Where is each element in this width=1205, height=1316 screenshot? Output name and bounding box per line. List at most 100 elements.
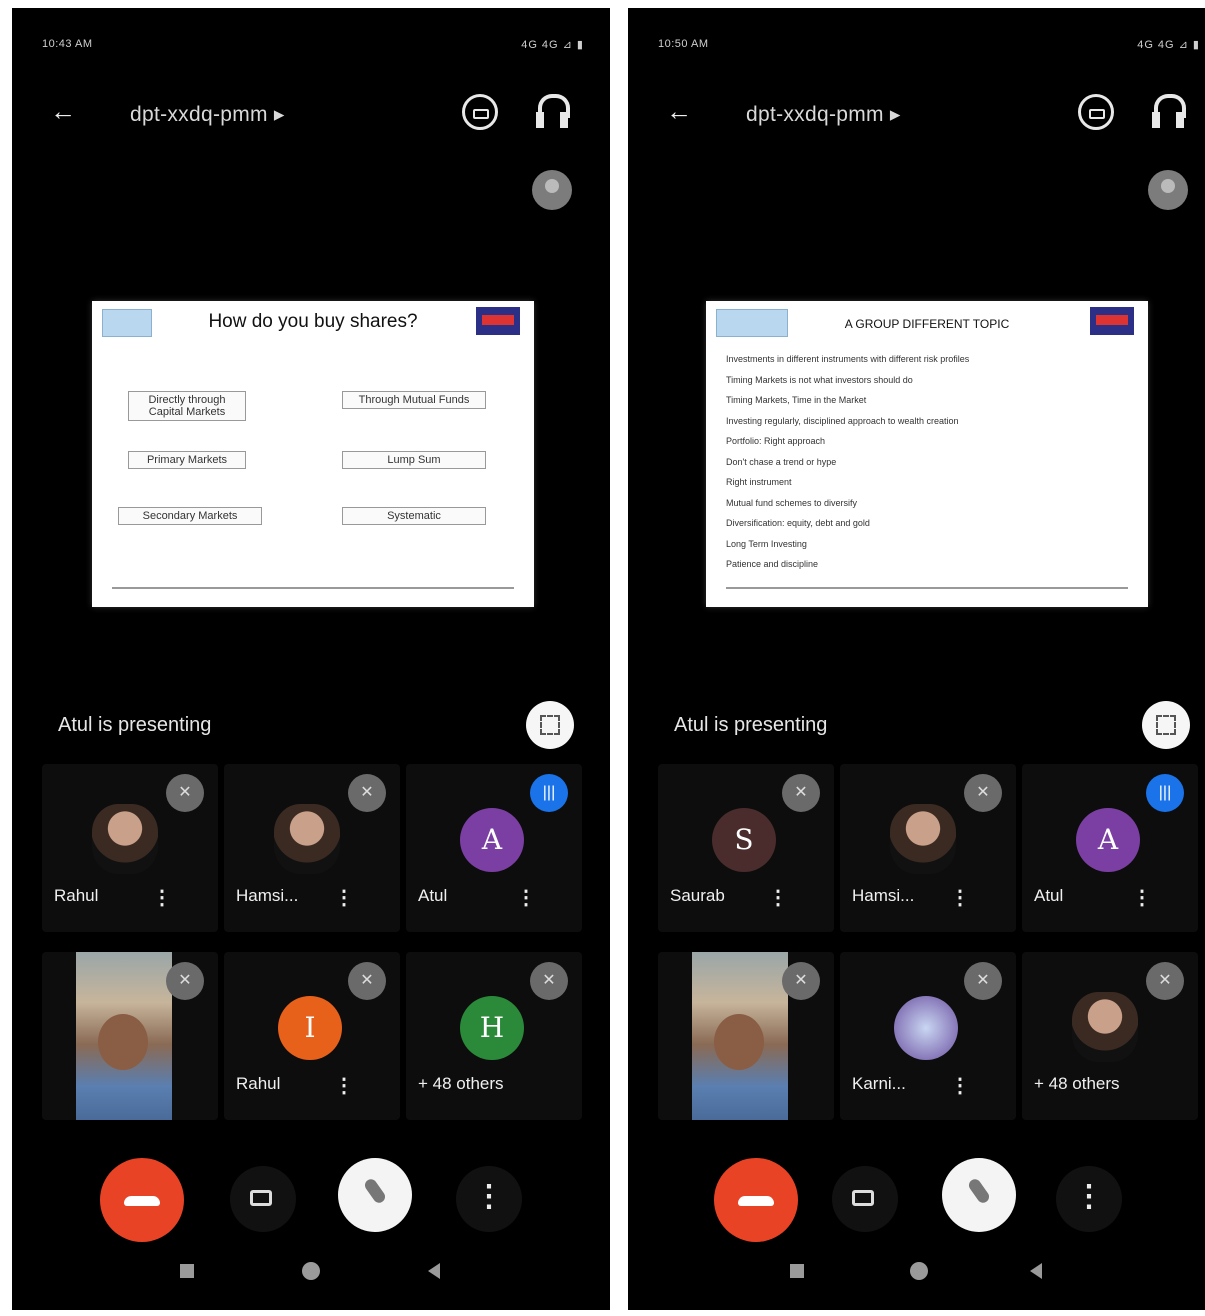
participant-tile-self[interactable]: ✕ <box>42 952 218 1120</box>
home-icon[interactable] <box>910 1262 928 1280</box>
mic-off-icon: ✕ <box>1146 962 1184 1000</box>
slide-bullet: Mutual fund schemes to diversify <box>726 497 858 508</box>
others-count: + 48 others <box>418 1074 504 1093</box>
more-options-icon[interactable]: ⋮ <box>1132 885 1152 910</box>
participant-tile[interactable]: ✕ Hamsi... ⋮ <box>840 764 1016 932</box>
others-count: + 48 others <box>1034 1074 1120 1093</box>
presentation-slide: A GROUP DIFFERENT TOPIC Investments in d… <box>706 301 1148 607</box>
more-options-icon[interactable]: ⋮ <box>950 885 970 910</box>
self-video <box>692 952 788 1120</box>
participant-name: Saurab <box>670 886 725 905</box>
mic-off-icon: ✕ <box>348 774 386 812</box>
slide-divider <box>726 587 1128 589</box>
participant-tile[interactable]: A ||| Atul ⋮ <box>406 764 582 932</box>
headphones-icon[interactable] <box>536 94 570 130</box>
participant-avatar: A <box>1076 808 1140 872</box>
slide-bullet: Right instrument <box>726 477 792 487</box>
participant-tile[interactable]: A ||| Atul ⋮ <box>1022 764 1198 932</box>
status-bar: 10:50 AM 4G 4G ⊿ ▮ <box>658 38 1200 58</box>
phone-screen-right: 10:50 AM 4G 4G ⊿ ▮ ← dpt-xxdq-pmm ▸ A GR… <box>628 8 1205 1310</box>
participant-tile[interactable]: I ✕ Rahul ⋮ <box>224 952 400 1120</box>
phone-screen-left: 10:43 AM 4G 4G ⊿ ▮ ← dpt-xxdq-pmm ▸ How … <box>12 8 610 1310</box>
participant-photo <box>274 804 340 874</box>
end-call-button[interactable] <box>714 1158 798 1242</box>
speaking-indicator-icon: ||| <box>1146 774 1184 812</box>
status-time: 10:43 AM <box>42 38 93 50</box>
speaking-indicator-icon: ||| <box>530 774 568 812</box>
participant-name: Atul <box>1034 886 1064 905</box>
meeting-code[interactable]: dpt-xxdq-pmm ▸ <box>130 102 285 127</box>
more-options-icon[interactable]: ⋮ <box>516 885 536 910</box>
slide-bullet: Patience and discipline <box>726 559 819 569</box>
meeting-code[interactable]: dpt-xxdq-pmm ▸ <box>746 102 901 127</box>
top-bar: ← dpt-xxdq-pmm ▸ <box>12 90 610 142</box>
presenting-label: Atul is presenting <box>674 714 828 736</box>
camera-toggle-button[interactable] <box>230 1166 296 1232</box>
slide-logo-left <box>102 309 152 337</box>
top-bar: ← dpt-xxdq-pmm ▸ <box>628 90 1205 142</box>
mic-off-icon: ✕ <box>348 962 386 1000</box>
participant-tile[interactable]: ✕ Rahul ⋮ <box>42 764 218 932</box>
recent-apps-icon[interactable] <box>790 1264 804 1278</box>
end-call-button[interactable] <box>100 1158 184 1242</box>
back-arrow-icon[interactable]: ← <box>666 96 692 127</box>
slide-bullet: Investing regularly, disciplined approac… <box>726 415 959 426</box>
slide-bullet: Portfolio: Right approach <box>726 436 826 446</box>
participant-tile-others[interactable]: ✕ + 48 others <box>1022 952 1198 1120</box>
participant-tile[interactable]: ✕ Hamsi... ⋮ <box>224 764 400 932</box>
participant-tile[interactable]: S ✕ Saurab ⋮ <box>658 764 834 932</box>
participant-tile-self[interactable]: ✕ <box>658 952 834 1120</box>
participant-tile-others[interactable]: H ✕ + 48 others <box>406 952 582 1120</box>
more-options-icon[interactable]: ⋮ <box>152 885 172 910</box>
participant-name: Hamsi... <box>236 886 299 905</box>
mic-toggle-button[interactable] <box>942 1158 1016 1232</box>
self-view-avatar[interactable] <box>1148 170 1188 210</box>
presenting-label: Atul is presenting <box>58 714 212 736</box>
more-options-icon[interactable]: ⋮ <box>334 1073 354 1098</box>
switch-camera-icon[interactable] <box>462 94 498 130</box>
mic-toggle-button[interactable] <box>338 1158 412 1232</box>
home-icon[interactable] <box>302 1262 320 1280</box>
more-options-button[interactable]: ⋮ <box>456 1166 522 1232</box>
fullscreen-icon[interactable] <box>1142 701 1190 749</box>
status-bar: 10:43 AM 4G 4G ⊿ ▮ <box>42 38 584 58</box>
headphones-icon[interactable] <box>1152 94 1186 130</box>
more-options-icon[interactable]: ⋮ <box>768 885 788 910</box>
android-nav-bar <box>12 1240 610 1310</box>
participant-name: Karni... <box>852 1074 906 1093</box>
camera-toggle-button[interactable] <box>832 1166 898 1232</box>
slide-bullet: Don't chase a trend or hype <box>726 456 837 467</box>
mic-off-icon: ✕ <box>530 962 568 1000</box>
slide-box: Systematic <box>342 507 486 525</box>
self-view-avatar[interactable] <box>532 170 572 210</box>
participant-name: Hamsi... <box>852 886 915 905</box>
mic-off-icon: ✕ <box>782 962 820 1000</box>
slide-box: Directly through Capital Markets <box>128 391 246 421</box>
slide-title: How do you buy shares? <box>208 311 418 332</box>
more-options-button[interactable]: ⋮ <box>1056 1166 1122 1232</box>
slide-box: Secondary Markets <box>118 507 262 525</box>
participant-avatar: I <box>278 996 342 1060</box>
slide-title: A GROUP DIFFERENT TOPIC <box>844 317 1010 331</box>
more-options-icon[interactable]: ⋮ <box>334 885 354 910</box>
nav-back-icon[interactable] <box>1030 1263 1042 1279</box>
mic-off-icon: ✕ <box>782 774 820 812</box>
mic-off-icon: ✕ <box>166 774 204 812</box>
switch-camera-icon[interactable] <box>1078 94 1114 130</box>
slide-bullet: Long Term Investing <box>726 538 807 549</box>
participant-avatar: A <box>460 808 524 872</box>
participant-name: Atul <box>418 886 448 905</box>
slide-box: Primary Markets <box>128 451 246 469</box>
slide-box: Lump Sum <box>342 451 486 469</box>
recent-apps-icon[interactable] <box>180 1264 194 1278</box>
slide-divider <box>112 587 514 589</box>
nav-back-icon[interactable] <box>428 1263 440 1279</box>
participant-tile[interactable]: ✕ Karni... ⋮ <box>840 952 1016 1120</box>
slide-logo-right <box>476 307 520 335</box>
fullscreen-icon[interactable] <box>526 701 574 749</box>
participant-name: Rahul <box>236 1074 281 1093</box>
status-icons: 4G 4G ⊿ ▮ <box>521 39 584 51</box>
mic-off-icon: ✕ <box>964 774 1002 812</box>
back-arrow-icon[interactable]: ← <box>50 96 76 127</box>
more-options-icon[interactable]: ⋮ <box>950 1073 970 1098</box>
